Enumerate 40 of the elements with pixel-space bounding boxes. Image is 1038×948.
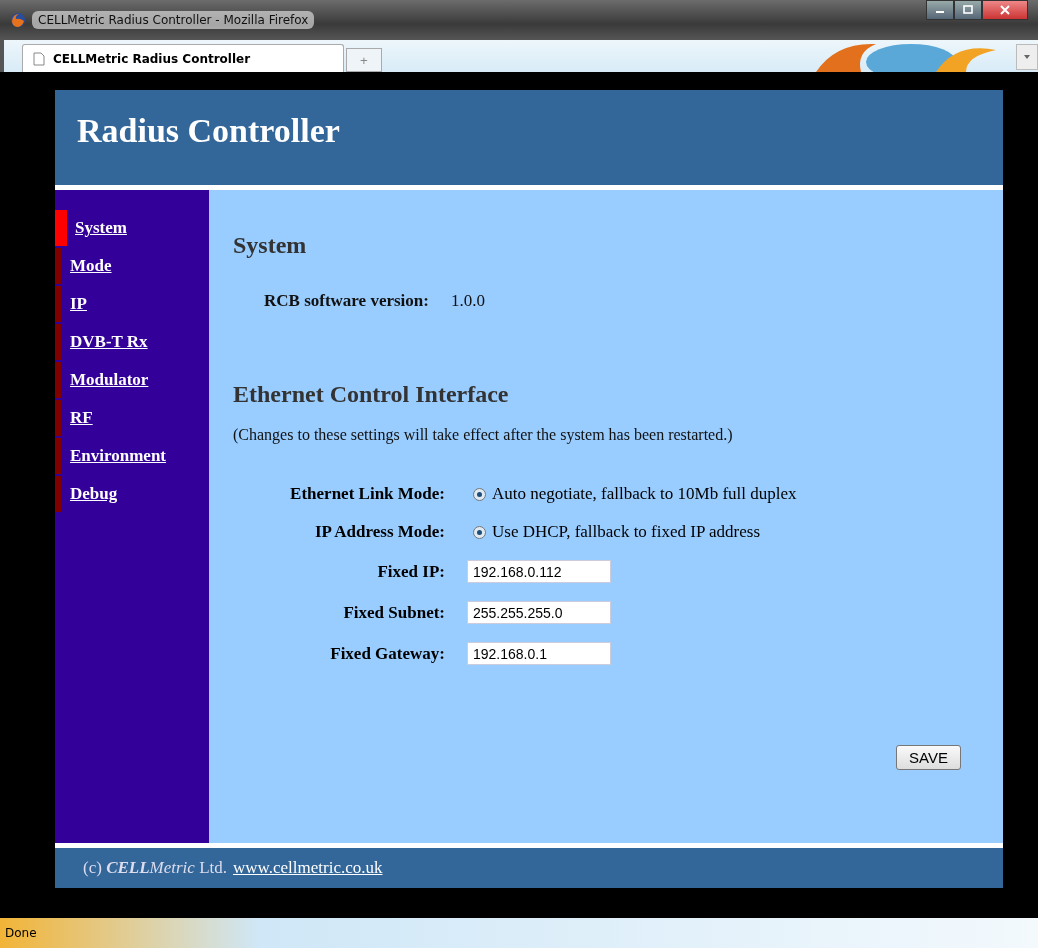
- input-field[interactable]: 255.255.255.0: [467, 601, 611, 624]
- caret-icon: [1023, 54, 1031, 60]
- field-label: Fixed IP:: [377, 561, 445, 582]
- website-link[interactable]: www.cellmetric.co.uk: [233, 858, 383, 878]
- maximize-icon: [963, 5, 973, 15]
- nav-link[interactable]: Mode: [70, 256, 112, 276]
- nav-link[interactable]: System: [75, 218, 127, 238]
- save-button[interactable]: SAVE: [896, 745, 961, 770]
- window-title: CELLMetric Radius Controller - Mozilla Firefox: [32, 11, 315, 29]
- field-label: IP Address Mode:: [314, 522, 445, 542]
- maximize-button[interactable]: [954, 0, 982, 20]
- radio-button[interactable]: [473, 525, 486, 539]
- note-text: (Changes to these settings will take effect after the system has been restarted.): [233, 426, 734, 444]
- page-title: Radius Controller: [77, 111, 340, 150]
- field-label: Ethernet Link Mode:: [290, 484, 445, 504]
- field-label: RCB software version:: [264, 291, 429, 311]
- radio-label: Use DHCP, fallback to fixed IP address: [492, 522, 760, 542]
- copyright-text: (c) CELLMetric Ltd.: [83, 858, 227, 878]
- input-field[interactable]: 192.168.0.112: [467, 560, 611, 583]
- field-label: Fixed Gateway:: [330, 643, 445, 664]
- status-text: Done: [5, 926, 37, 940]
- close-icon: [1000, 5, 1010, 15]
- page-icon: [33, 51, 45, 66]
- browser-tab[interactable]: CELLMetric Radius Controller: [22, 44, 344, 72]
- nav-link[interactable]: DVB-T Rx: [70, 332, 148, 352]
- nav-link[interactable]: Debug: [70, 484, 118, 504]
- input-field[interactable]: 192.168.0.1: [467, 642, 611, 665]
- field-label: Fixed Subnet:: [343, 602, 445, 623]
- browser-icon: [10, 12, 26, 28]
- nav-link[interactable]: RF: [70, 408, 93, 428]
- version-value: 1.0.0: [450, 291, 485, 311]
- nav-link[interactable]: IP: [70, 294, 87, 314]
- radio-label: Auto negotiate, fallback to 10Mb full duplex: [492, 484, 797, 504]
- close-button[interactable]: [982, 0, 1028, 20]
- radio-button[interactable]: [473, 487, 486, 501]
- section-heading: Ethernet Control Interface: [233, 381, 510, 408]
- nav-link[interactable]: Modulator: [70, 370, 149, 390]
- section-heading: System: [233, 232, 308, 259]
- nav-link[interactable]: Environment: [70, 446, 167, 466]
- minimize-button[interactable]: [926, 0, 954, 20]
